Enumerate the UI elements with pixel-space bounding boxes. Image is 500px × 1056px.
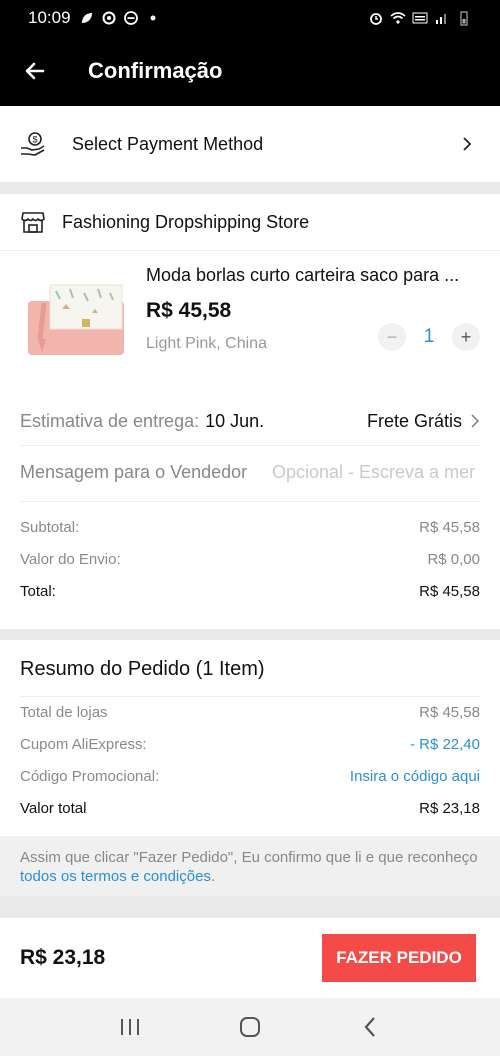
shipping-cost-label: Valor do Envio: — [20, 551, 121, 568]
system-back-button[interactable] — [356, 1013, 384, 1041]
terms-link[interactable]: todos os termos e condições — [20, 868, 211, 885]
increase-quantity-button[interactable]: + — [452, 323, 480, 351]
back-chevron-icon — [364, 1017, 375, 1037]
minus-circle-icon — [123, 11, 138, 25]
grand-total-row: Valor total R$ 23,18 — [20, 800, 480, 817]
shipping-option[interactable]: Frete Grátis — [367, 411, 480, 432]
refresh-icon — [102, 11, 116, 25]
seller-message-input[interactable]: Opcional - Escreva a mer — [272, 462, 480, 483]
terms-text-end: . — [210, 868, 216, 885]
subtotal-row: Subtotal: R$ 45,58 — [20, 519, 480, 536]
quantity-value: 1 — [423, 326, 435, 347]
store-icon — [21, 212, 45, 233]
coupon-value: - R$ 22,40 — [409, 736, 480, 753]
leaf-icon — [81, 13, 92, 23]
home-icon — [240, 1017, 260, 1037]
chevron-right-icon — [471, 414, 480, 428]
home-button[interactable] — [236, 1013, 264, 1041]
hand-coin-icon: $ — [21, 132, 45, 156]
shipping-cost-row: Valor do Envio: R$ 0,00 — [20, 551, 480, 568]
order-summary-heading: Resumo do Pedido (1 Item) — [20, 658, 265, 680]
quantity-stepper: − 1 + — [378, 323, 480, 351]
chevron-right-icon — [463, 137, 472, 151]
coupon-label: Cupom AliExpress: — [20, 736, 147, 753]
stores-total-row: Total de lojas R$ 45,58 — [20, 704, 480, 721]
alarm-icon — [370, 13, 382, 25]
seller-message-row: Mensagem para o Vendedor Opcional - Escr… — [20, 455, 480, 489]
product-item: Moda borlas curto carteira saco para ...… — [0, 251, 500, 391]
app-bar: Confirmação — [0, 36, 500, 106]
subtotal-label: Subtotal: — [20, 519, 80, 536]
signal-icon — [436, 14, 446, 24]
coupon-row[interactable]: Cupom AliExpress: - R$ 22,40 — [20, 736, 480, 753]
page-title: Confirmação — [88, 58, 223, 83]
store-name: Fashioning Dropshipping Store — [62, 211, 310, 232]
store-total-row: Total: R$ 45,58 — [20, 583, 480, 600]
decrease-quantity-button[interactable]: − — [378, 323, 406, 351]
terms-notice: Assim que clicar "Fazer Pedido", Eu conf… — [0, 836, 500, 896]
wifi-icon — [390, 12, 406, 24]
product-price: R$ 45,58 — [146, 299, 232, 322]
status-time: 10:09 — [28, 8, 71, 27]
payment-method-row[interactable]: $ Select Payment Method — [0, 106, 500, 182]
shipping-option-label: Frete Grátis — [366, 410, 462, 431]
product-image[interactable] — [22, 279, 126, 359]
battery-icon — [460, 11, 468, 26]
subtotal-value: R$ 45,58 — [419, 519, 480, 536]
dot-icon — [150, 15, 156, 21]
product-title[interactable]: Moda borlas curto carteira saco para ... — [146, 265, 486, 286]
checkout-bar: R$ 23,18 FAZER PEDIDO — [0, 918, 500, 998]
promo-code-link[interactable]: Insira o código aqui — [350, 768, 480, 785]
stores-total-label: Total de lojas — [20, 704, 108, 721]
status-bar: 10:09 — [0, 0, 500, 36]
grand-total-value: R$ 23,18 — [419, 800, 480, 817]
store-header[interactable]: Fashioning Dropshipping Store — [0, 194, 500, 251]
shipping-cost-value: R$ 0,00 — [427, 551, 480, 568]
promo-code-label: Código Promocional: — [20, 768, 160, 785]
delivery-estimate-row[interactable]: Estimativa de entrega: 10 Jun. Frete Grá… — [20, 405, 480, 437]
divider — [20, 696, 480, 697]
store-total-value: R$ 45,58 — [419, 583, 480, 600]
promo-code-row: Código Promocional: Insira o código aqui — [20, 768, 480, 785]
recent-apps-button[interactable] — [116, 1013, 144, 1041]
order-details: Estimativa de entrega: 10 Jun. Frete Grá… — [0, 391, 500, 629]
recent-apps-icon — [121, 1019, 139, 1035]
volte-lte-icon — [412, 12, 428, 24]
grand-total-label: Valor total — [20, 800, 87, 817]
store-total-label: Total: — [20, 583, 56, 600]
divider — [20, 501, 480, 502]
delivery-estimate-label: Estimativa de entrega: — [20, 410, 200, 431]
svg-text:$: $ — [32, 135, 37, 145]
arrow-left-icon — [25, 62, 45, 80]
payment-method-label: Select Payment Method — [72, 133, 264, 154]
order-summary: Resumo do Pedido (1 Item) Total de lojas… — [0, 640, 500, 836]
stores-total-value: R$ 45,58 — [419, 704, 480, 721]
back-button[interactable] — [0, 36, 70, 106]
seller-message-label: Mensagem para o Vendedor — [20, 461, 248, 482]
checkout-total: R$ 23,18 — [20, 946, 106, 969]
product-variant: Light Pink, China — [146, 335, 267, 352]
system-nav-bar — [0, 998, 500, 1056]
terms-text: Assim que clicar "Fazer Pedido", Eu conf… — [20, 849, 478, 866]
delivery-estimate-date: 10 Jun. — [205, 410, 265, 431]
place-order-button[interactable]: FAZER PEDIDO — [322, 934, 476, 982]
divider — [20, 445, 480, 446]
